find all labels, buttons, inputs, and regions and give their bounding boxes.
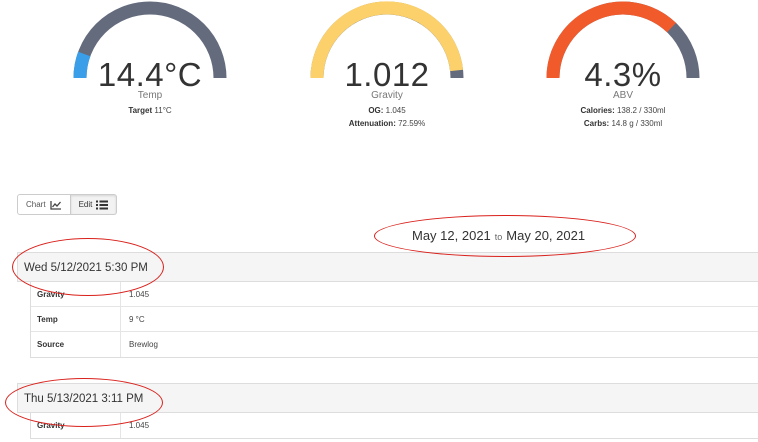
entry-details: Gravity 1.045 Temp 9 °C Source Brewlog (30, 282, 758, 358)
entry-details: Gravity 1.045 (30, 413, 758, 439)
row-value: Brewlog (129, 340, 158, 349)
date-range-end: May 20, 2021 (506, 228, 586, 243)
table-row: Source Brewlog (31, 332, 758, 357)
row-key: Temp (31, 307, 121, 331)
date-range[interactable]: May 12, 2021 to May 20, 2021 (412, 228, 585, 243)
date-range-start: May 12, 2021 (412, 228, 491, 243)
gravity-label: Gravity (371, 90, 403, 101)
gravity-value: 1.012 (344, 56, 430, 93)
line-chart-icon (49, 200, 61, 210)
view-toggle: Chart Edit (17, 194, 118, 215)
row-key: Gravity (31, 413, 121, 438)
chart-button-label: Chart (26, 200, 46, 209)
gravity-attenuation: Attenuation: 72.59% (348, 119, 426, 128)
entry-header[interactable]: Thu 5/13/2021 3:11 PM (17, 383, 758, 413)
abv-value: 4.3% (584, 56, 662, 93)
table-row: Gravity 1.045 (31, 282, 758, 307)
entry-header[interactable]: Wed 5/12/2021 5:30 PM (17, 252, 758, 282)
abv-calories: Calories: 138.2 / 330ml (580, 106, 666, 115)
abv-carbs: Carbs: 14.8 g / 330ml (583, 119, 663, 128)
table-row: Temp 9 °C (31, 307, 758, 332)
list-icon (96, 200, 109, 209)
edit-button[interactable]: Edit (70, 194, 118, 215)
gravity-og: OG: 1.045 (368, 106, 406, 115)
chart-button[interactable]: Chart (17, 194, 71, 215)
edit-button-label: Edit (78, 200, 93, 209)
row-value: 1.045 (129, 421, 150, 430)
temp-value: 14.4°C (97, 56, 203, 93)
row-key: Source (31, 332, 121, 357)
row-value: 9 °C (129, 314, 145, 324)
temp-label: Temp (137, 90, 163, 101)
table-row: Gravity 1.045 (31, 413, 758, 438)
date-range-separator: to (494, 232, 503, 242)
abv-label: ABV (612, 90, 633, 101)
temp-target: Target 11°C (128, 106, 172, 115)
row-key: Gravity (31, 282, 121, 306)
row-value: 1.045 (129, 289, 150, 299)
